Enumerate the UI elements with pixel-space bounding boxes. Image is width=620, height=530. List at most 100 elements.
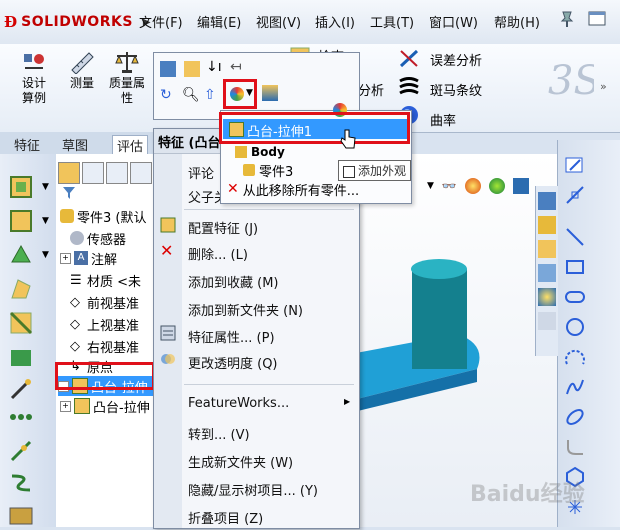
menu-item-configure-feature[interactable]: 配置特征 (J) [188,218,258,237]
chevron-down-icon[interactable]: ▼ [42,216,49,226]
arrow-left-icon[interactable]: ↤ [230,59,242,75]
tree-item-annotations[interactable]: + A 注解 [60,248,117,268]
extruded-boss-icon[interactable] [8,174,34,200]
resources-icon[interactable] [538,192,556,210]
menu-item-hide-show-tree-items[interactable]: 隐藏/显示树项目... (Y) [188,480,318,499]
pattern-icon[interactable] [8,404,34,430]
menu-item-featureworks[interactable]: FeatureWorks... [188,396,289,411]
tree-item-front-plane[interactable]: ◇ 前视基准 [70,292,139,312]
design-study-icon [21,50,47,74]
menu-item-comment[interactable]: 评论 [188,163,214,182]
scene-icon[interactable] [262,85,278,101]
menu-help[interactable]: 帮助(H) [494,12,540,31]
arc-icon[interactable] [564,346,586,368]
menu-item-feature-properties[interactable]: 特征属性... (P) [188,327,275,346]
tab-evaluate[interactable]: 评估 [112,135,149,155]
ribbon-expand-icon[interactable]: » [600,80,607,93]
menu-item-change-transparency[interactable]: 更改透明度 (Q) [188,353,278,372]
fillet-icon[interactable] [564,436,586,458]
deviation-analysis-button[interactable]: 误差分析 [430,50,482,69]
submenu-item-remove-all[interactable]: ✕ 从此移除所有零件... [227,180,359,199]
tab-sketch[interactable]: 草图 [62,135,88,154]
scene-icon[interactable] [488,178,505,194]
menu-insert[interactable]: 插入(I) [315,12,355,31]
measure-button[interactable]: 测量 [64,50,100,91]
spline-icon[interactable] [564,376,586,398]
pin-icon[interactable] [556,8,578,30]
design-study-button[interactable]: 设计算例 [14,50,54,106]
appearance-dropdown-button[interactable]: ▼ [223,79,257,109]
zoom-icon[interactable]: 🔍︎ [182,87,200,103]
rotate-icon[interactable]: ↻ [160,87,172,103]
analysis-button[interactable]: 分析 [358,80,384,99]
line-icon[interactable] [564,226,586,248]
appearances-icon[interactable] [538,288,556,306]
expand-icon[interactable]: + [60,252,71,264]
menu-item-add-to-new-folder[interactable]: 添加到新文件夹 (N) [188,300,303,319]
menu-item-add-to-favorites[interactable]: 添加到收藏 (M) [188,272,279,291]
view-palette-icon[interactable] [538,264,556,282]
lofted-boss-icon[interactable] [8,276,34,302]
zebra-stripes-button[interactable]: 斑马条纹 [430,80,482,99]
submenu-item-part[interactable]: 零件3 [243,161,293,180]
circle-icon[interactable] [564,316,586,338]
curvature-button[interactable]: 曲率 [430,110,456,129]
curves-icon[interactable] [8,470,34,496]
dimxpert-tab-icon[interactable] [130,162,152,184]
menu-view[interactable]: 视图(V) [256,12,301,31]
filter-icon[interactable] [62,186,76,200]
tree-item-boss-extrude-2[interactable]: + 凸台-拉伸 [60,396,150,416]
instant3d-icon[interactable] [8,506,34,526]
mass-properties-button[interactable]: 质量属性 [104,50,150,106]
sketch-icon[interactable] [564,154,586,176]
menu-item-delete[interactable]: 删除... (L) [188,244,248,263]
wand-icon[interactable] [8,376,34,402]
tree-item-top-plane[interactable]: ◇ 上视基准 [70,314,139,334]
tree-item-part[interactable]: 零件3 (默认 [60,206,146,226]
reference-geometry-icon[interactable] [8,438,34,464]
tab-features[interactable]: 特征 [14,135,40,154]
sort-icon[interactable]: ↓ı [206,59,222,75]
cut-extrude-icon[interactable] [8,310,34,336]
configuration-manager-tab-icon[interactable] [106,162,128,184]
tree-item-sensors[interactable]: 传感器 [70,228,126,248]
display-icon[interactable] [512,178,529,194]
property-manager-tab-icon[interactable] [82,162,104,184]
menu-item-create-new-folder[interactable]: 生成新文件夹 (W) [188,452,293,471]
menu-item-collapse-items[interactable]: 折叠项目 (Z) [188,508,263,527]
chevron-down-icon[interactable]: ▼ [42,182,49,192]
submenu-item-body[interactable]: Body [235,143,285,161]
slot-icon[interactable] [564,286,586,308]
menu-file[interactable]: 文件(F) [139,12,183,31]
rectangle-icon[interactable] [564,256,586,278]
revolved-boss-icon[interactable] [8,208,34,234]
solidworks-logo[interactable]: Ɖ SOLIDWORKS ▶ [4,10,151,34]
glasses-icon[interactable]: 👓 [442,179,457,193]
menu-edit[interactable]: 编辑(E) [197,12,241,31]
scale-icon [114,50,140,74]
ellipse-icon[interactable] [564,406,586,428]
menu-separator [184,384,354,385]
chevron-down-icon[interactable]: ▼ [427,181,434,191]
submenu-item-label: Body [251,145,285,159]
smart-dimension-icon[interactable] [564,184,586,206]
design-library-icon[interactable] [538,216,556,234]
file-explorer-icon[interactable] [538,240,556,258]
tree-item-material[interactable]: ☰ 材质 <未 [70,270,141,290]
appearance-icon[interactable] [464,178,481,194]
edit-appearance-icon[interactable] [160,61,176,77]
custom-properties-icon[interactable] [538,312,556,330]
copy-appearance-icon[interactable] [184,61,200,77]
boundary-icon[interactable] [8,344,34,370]
tree-item-label: 凸台-拉伸 [93,400,150,416]
expand-icon[interactable]: + [60,400,71,412]
menu-item-go-to[interactable]: 转到... (V) [188,424,250,443]
menu-tools[interactable]: 工具(T) [370,12,414,31]
swept-boss-icon[interactable] [8,242,34,268]
window-icon[interactable] [586,8,608,30]
up-arrow-icon[interactable]: ⇧ [204,87,216,103]
chevron-down-icon[interactable]: ▼ [42,250,49,260]
feature-manager-tab-icon[interactable] [58,162,80,184]
tree-item-right-plane[interactable]: ◇ 右视基准 [70,336,139,356]
menu-window[interactable]: 窗口(W) [429,12,478,31]
